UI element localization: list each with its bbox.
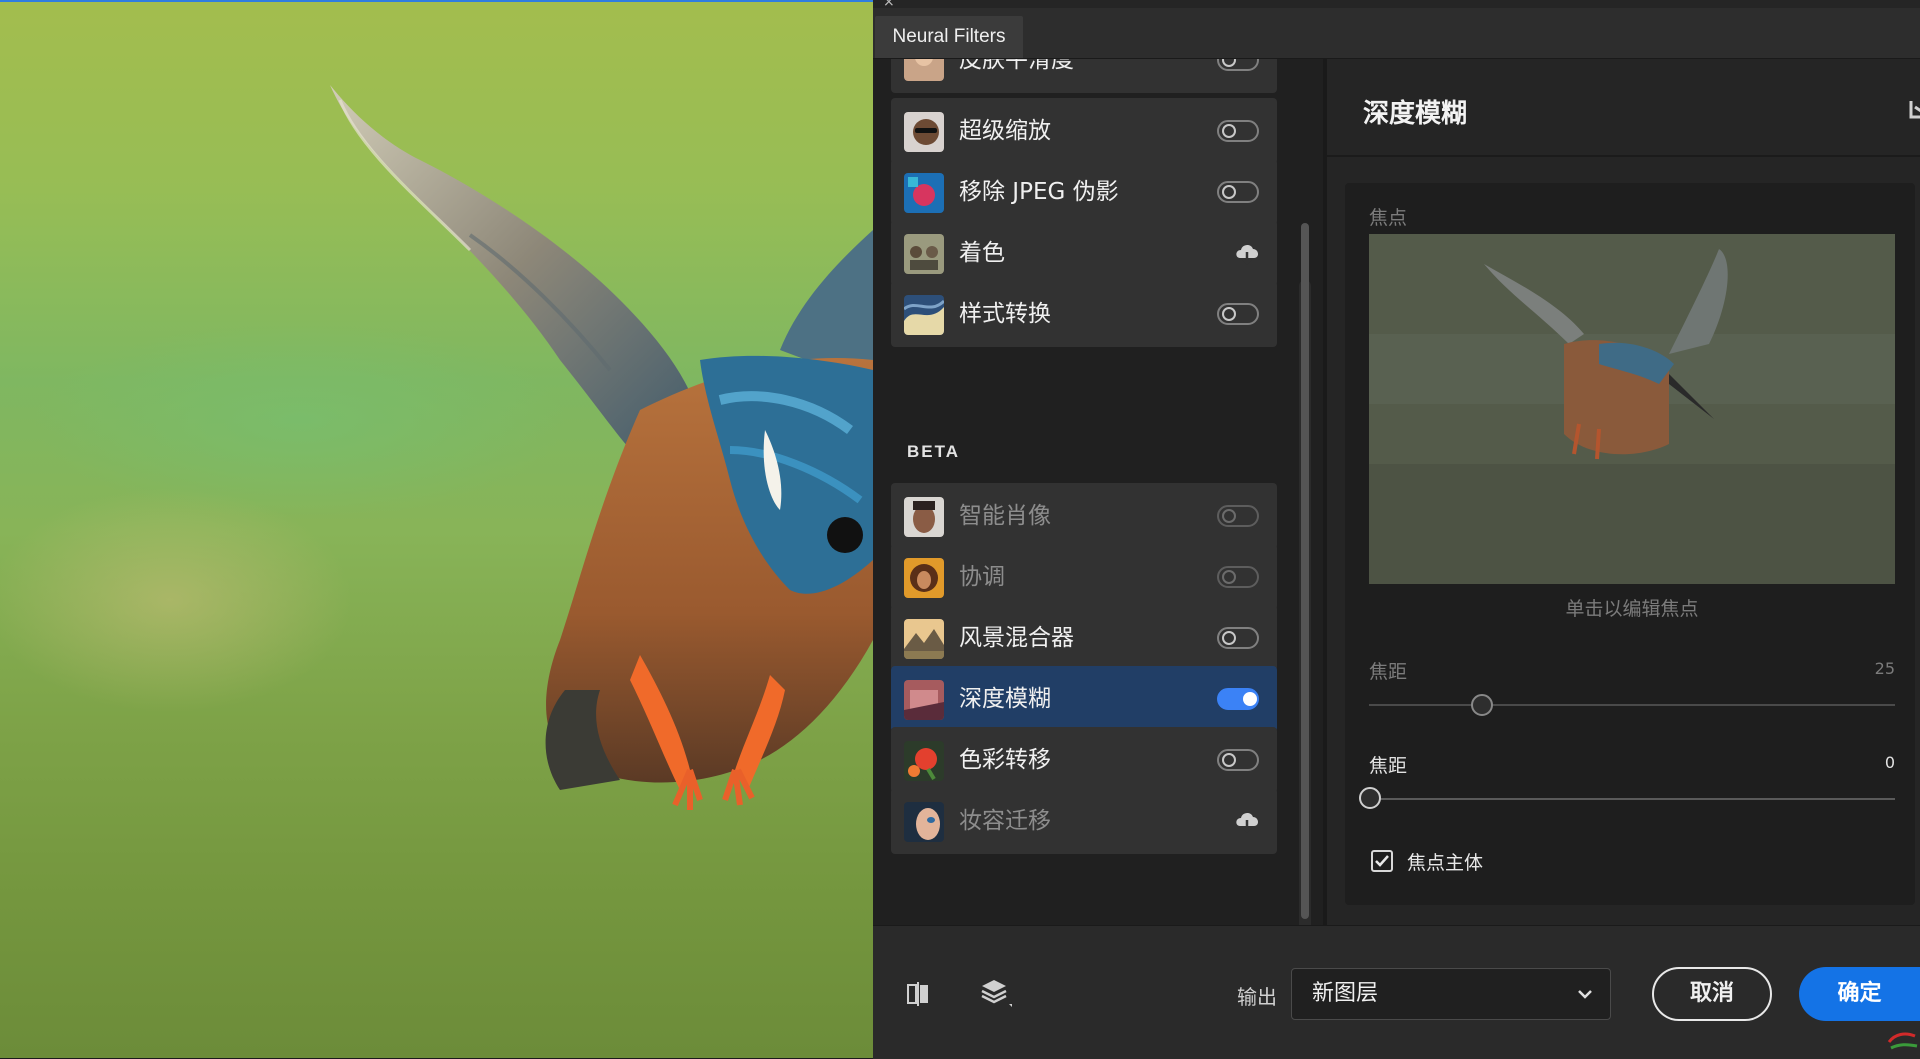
filter-label: 移除 JPEG 伪影 bbox=[959, 179, 1119, 205]
toggle-switch-on[interactable] bbox=[1217, 688, 1259, 710]
filter-colorize[interactable]: 着色 bbox=[891, 220, 1277, 286]
toggle-switch[interactable] bbox=[1217, 566, 1259, 588]
filter-super-zoom[interactable]: 超级缩放 bbox=[891, 98, 1277, 164]
focus-subject-label: 焦点主体 bbox=[1407, 852, 1484, 874]
filter-thumbnail bbox=[904, 802, 944, 842]
slider-focal-distance-handle[interactable] bbox=[1471, 694, 1493, 716]
filter-style-transfer[interactable]: 样式转换 bbox=[891, 281, 1277, 347]
toggle-switch[interactable] bbox=[1217, 627, 1259, 649]
filter-label: 协调 bbox=[959, 564, 1005, 590]
filter-label: 风景混合器 bbox=[959, 625, 1074, 651]
cloud-download-icon[interactable] bbox=[1233, 240, 1261, 266]
output-select-value: 新图层 bbox=[1312, 981, 1379, 1006]
preview-caption: 单击以编辑焦点 bbox=[1565, 598, 1699, 620]
focal-point-label: 焦点 bbox=[1369, 207, 1408, 229]
filter-makeup-transfer[interactable]: 妆容迁移 bbox=[891, 788, 1277, 854]
filter-thumbnail bbox=[904, 234, 944, 274]
filter-label: 超级缩放 bbox=[959, 118, 1051, 144]
filter-label: 妆容迁移 bbox=[959, 808, 1051, 834]
output-label: 输出 bbox=[1237, 985, 1277, 1009]
settings-title: 深度模糊 bbox=[1363, 99, 1468, 129]
checkmark-icon bbox=[1375, 855, 1389, 867]
filter-label: 皮肤平滑度 bbox=[959, 59, 1074, 73]
cloud-download-icon[interactable] bbox=[1233, 808, 1261, 834]
filter-label: 样式转换 bbox=[959, 301, 1051, 327]
filter-label: 着色 bbox=[959, 240, 1005, 266]
watermark-logo bbox=[1887, 1032, 1918, 1050]
settings-divider bbox=[1327, 155, 1920, 157]
slider-focal-distance-label: 焦距 bbox=[1369, 661, 1408, 683]
filter-thumbnail bbox=[904, 680, 944, 720]
output-select[interactable]: 新图层 bbox=[1291, 968, 1611, 1020]
focus-subject-checkbox[interactable] bbox=[1371, 850, 1393, 872]
toggle-switch[interactable] bbox=[1217, 749, 1259, 771]
image-canvas[interactable] bbox=[0, 0, 873, 1058]
focal-point-preview[interactable] bbox=[1369, 234, 1895, 584]
filter-thumbnail bbox=[904, 295, 944, 335]
filter-skin-smoothing[interactable]: 皮肤平滑度 bbox=[891, 59, 1277, 93]
slider-focal-range-value: 0 bbox=[1884, 753, 1895, 772]
filter-settings: 深度模糊 焦点 单击以编辑焦点 焦距 25 焦距 0 焦点主体 bbox=[1327, 59, 1920, 925]
scrollbar-thumb[interactable] bbox=[1301, 223, 1309, 919]
filter-thumbnail bbox=[904, 59, 944, 81]
neural-filters-panel: × Neural Filters 皮肤平滑度 超级缩放 移除 JPEG 伪影 着… bbox=[873, 0, 1920, 1059]
filter-thumbnail bbox=[904, 558, 944, 598]
filter-list: 皮肤平滑度 超级缩放 移除 JPEG 伪影 着色 样式转换 BETA 智能肖像 … bbox=[873, 59, 1323, 925]
filter-label: 色彩转移 bbox=[959, 747, 1051, 773]
chevron-down-icon bbox=[1578, 990, 1592, 999]
slider-focal-range-handle[interactable] bbox=[1359, 787, 1381, 809]
filter-color-transfer[interactable]: 色彩转移 bbox=[891, 727, 1277, 793]
filter-remove-jpeg[interactable]: 移除 JPEG 伪影 bbox=[891, 159, 1277, 225]
cancel-button[interactable]: 取消 bbox=[1652, 967, 1772, 1021]
bottom-bar: 输出 新图层 取消 确定 bbox=[873, 925, 1920, 1059]
filter-label: 深度模糊 bbox=[959, 686, 1051, 712]
filter-harmonization[interactable]: 协调 bbox=[891, 544, 1277, 610]
filter-label: 智能肖像 bbox=[959, 503, 1051, 529]
beta-section-heading: BETA bbox=[907, 442, 961, 461]
filter-thumbnail bbox=[904, 497, 944, 537]
tab-neural-filters[interactable]: Neural Filters bbox=[875, 16, 1023, 58]
slider-focal-range-track[interactable] bbox=[1369, 798, 1895, 800]
toggle-switch[interactable] bbox=[1217, 505, 1259, 527]
filter-thumbnail bbox=[904, 112, 944, 152]
filter-thumbnail bbox=[904, 741, 944, 781]
filter-smart-portrait[interactable]: 智能肖像 bbox=[891, 483, 1277, 549]
reset-icon[interactable] bbox=[1907, 97, 1920, 121]
tab-bar: Neural Filters bbox=[873, 8, 1920, 59]
layers-icon[interactable] bbox=[979, 976, 1013, 1010]
slider-focal-range-label: 焦距 bbox=[1369, 755, 1408, 777]
slider-focal-distance-track[interactable] bbox=[1369, 704, 1895, 706]
filter-thumbnail bbox=[904, 173, 944, 213]
show-original-icon[interactable] bbox=[905, 980, 933, 1008]
toggle-switch[interactable] bbox=[1217, 59, 1259, 71]
toggle-switch[interactable] bbox=[1217, 181, 1259, 203]
settings-card: 焦点 单击以编辑焦点 焦距 25 焦距 0 焦点主体 bbox=[1345, 183, 1915, 905]
filter-thumbnail bbox=[904, 619, 944, 659]
slider-focal-distance-value: 25 bbox=[1874, 659, 1895, 678]
toggle-switch[interactable] bbox=[1217, 120, 1259, 142]
filter-landscape-mixer[interactable]: 风景混合器 bbox=[891, 605, 1277, 671]
filter-depth-blur[interactable]: 深度模糊 bbox=[891, 666, 1277, 732]
toggle-switch[interactable] bbox=[1217, 303, 1259, 325]
kingfisher-photo bbox=[330, 85, 873, 810]
